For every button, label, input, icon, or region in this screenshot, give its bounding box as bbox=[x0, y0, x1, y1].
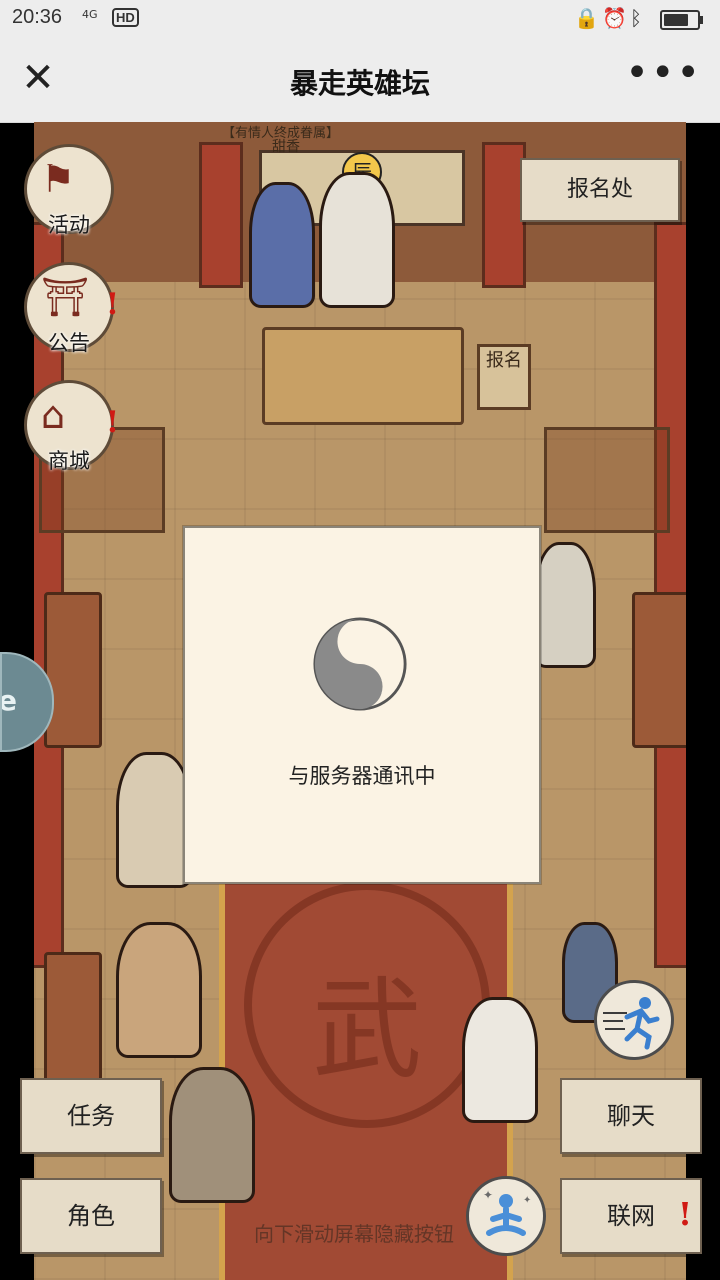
loading-dialog: 与服务器通讯中 bbox=[183, 526, 541, 884]
npc-character[interactable] bbox=[249, 182, 315, 308]
hd-badge: HD bbox=[112, 8, 139, 27]
registration-desk bbox=[262, 327, 464, 425]
status-bar: 20:36 4G HD 🔒 ⏰ ᛒ bbox=[0, 0, 720, 38]
shop-alert-badge: ! bbox=[105, 405, 119, 440]
npc-character[interactable] bbox=[169, 1067, 255, 1203]
notice-icon: ⛩ bbox=[41, 275, 90, 319]
flag-icon: ⚑ bbox=[41, 157, 76, 201]
battery-icon bbox=[660, 10, 703, 30]
more-icon[interactable]: ••• bbox=[625, 50, 702, 96]
npc-character[interactable] bbox=[116, 922, 202, 1058]
meditate-icon: ✦ ✦ bbox=[483, 1188, 531, 1236]
shop-button[interactable]: ⌂ 商城 ! bbox=[24, 380, 119, 473]
alarm-icon: ⏰ bbox=[602, 6, 627, 30]
nav-bar: ✕ 暴走英雄坛 ••• bbox=[0, 38, 720, 123]
network-alert-badge: ! bbox=[677, 1195, 692, 1233]
notice-alert-badge: ! bbox=[105, 287, 119, 322]
run-icon bbox=[603, 997, 660, 1050]
npc-character[interactable] bbox=[319, 172, 395, 308]
npc-character[interactable] bbox=[116, 752, 192, 888]
activity-button[interactable]: ⚑ 活动 bbox=[24, 144, 114, 237]
carpet-char: 武 bbox=[312, 966, 422, 1094]
status-time: 20:36 bbox=[12, 6, 63, 28]
bluetooth-icon: ᛒ bbox=[630, 6, 642, 30]
network-button[interactable]: 联网 ! bbox=[560, 1178, 702, 1254]
npc-character[interactable] bbox=[534, 542, 596, 668]
notice-label: 公告 bbox=[48, 331, 90, 355]
shop-icon: ⌂ bbox=[41, 393, 66, 437]
pillar bbox=[199, 142, 243, 288]
run-button[interactable] bbox=[594, 980, 674, 1060]
svg-text:✦: ✦ bbox=[523, 1195, 531, 1206]
shop-label: 商城 bbox=[48, 449, 90, 473]
network-indicator: 4G bbox=[82, 8, 98, 21]
player-name: 甜香 bbox=[272, 139, 300, 155]
npc-character[interactable] bbox=[462, 997, 538, 1123]
registration-button[interactable]: 报名处 bbox=[520, 158, 680, 222]
hide-buttons-hint: 向下滑动屏幕隐藏按钮 bbox=[254, 1222, 454, 1246]
page-title: 暴走英雄坛 bbox=[289, 67, 430, 100]
table bbox=[44, 592, 102, 748]
network-label: 联网 bbox=[607, 1202, 655, 1230]
floating-tab-icon: e bbox=[2, 684, 17, 717]
activity-label: 活动 bbox=[48, 213, 90, 237]
notice-button[interactable]: ⛩ 公告 ! bbox=[24, 262, 119, 355]
desk-sign: 报名 bbox=[477, 344, 531, 410]
taiji-icon bbox=[313, 617, 407, 711]
carpet-seal: 武 bbox=[244, 882, 490, 1128]
lock-icon: 🔒 bbox=[574, 6, 599, 30]
meditate-button[interactable]: ✦ ✦ bbox=[466, 1176, 546, 1256]
tasks-button[interactable]: 任务 bbox=[20, 1078, 162, 1154]
svg-text:✦: ✦ bbox=[483, 1188, 493, 1202]
connecting-message: 与服务器通讯中 bbox=[288, 764, 436, 788]
role-button[interactable]: 角色 bbox=[20, 1178, 162, 1254]
table bbox=[632, 592, 686, 748]
chat-button[interactable]: 聊天 bbox=[560, 1078, 702, 1154]
weapon-rack bbox=[544, 427, 670, 533]
